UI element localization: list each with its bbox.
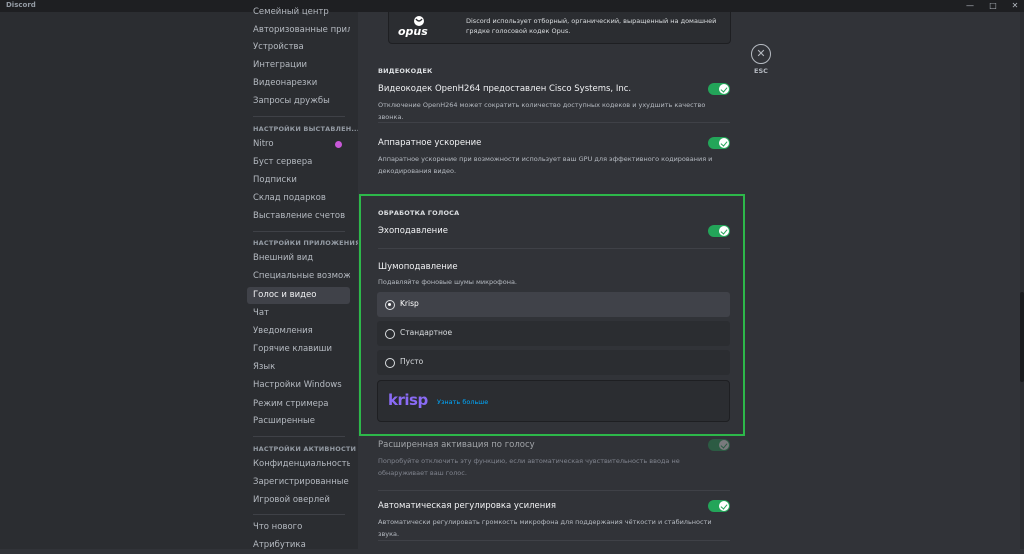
sidebar-item-server-boost[interactable]: Буст сервера	[247, 154, 350, 171]
settings-content: opus Discord использует отборный, органи…	[358, 12, 1024, 549]
section-divider	[378, 490, 730, 491]
sidebar-item-integrations[interactable]: Интеграции	[247, 57, 350, 74]
video-codec-header: ВИДЕОКОДЕК	[378, 67, 433, 75]
sidebar-item-nitro[interactable]: Nitro	[247, 136, 350, 153]
sidebar-item-authorized-apps[interactable]: Авторизованные прил...	[247, 22, 350, 39]
advanced-vad-description: Попробуйте отключить эту функцию, если а…	[378, 457, 680, 477]
sidebar-item-chat[interactable]: Чат	[247, 305, 350, 322]
sidebar-header-app-settings: НАСТРОЙКИ ПРИЛОЖЕНИЯ	[253, 239, 361, 247]
section-divider	[378, 540, 730, 541]
sidebar-item-streamer-mode[interactable]: Режим стримера	[247, 396, 350, 413]
sidebar-divider	[253, 116, 345, 117]
sidebar-divider	[253, 231, 345, 232]
settings-sidebar: Семейный центр Авторизованные прил... Ус…	[0, 7, 361, 550]
hw-accel-description: Аппаратное ускорение при возможности исп…	[378, 155, 713, 175]
section-divider	[378, 122, 730, 123]
sidebar-item-language[interactable]: Язык	[247, 359, 350, 376]
sidebar-item-accessibility[interactable]: Специальные возмож...	[247, 268, 350, 285]
sidebar-item-whats-new[interactable]: Что нового	[247, 519, 350, 536]
sidebar-item-gift-inventory[interactable]: Склад подарков	[247, 190, 350, 207]
noise-option-standard[interactable]: Стандартное	[377, 321, 730, 346]
hw-accel-toggle[interactable]	[708, 137, 730, 149]
krisp-learn-more-link[interactable]: Узнать больше	[437, 398, 488, 406]
sidebar-item-registered-games[interactable]: Зарегистрированные ...	[247, 474, 350, 491]
agc-description: Автоматически регулировать громкость мик…	[378, 518, 712, 538]
close-window-button[interactable]: ✕	[1008, 0, 1022, 12]
scrollbar-thumb[interactable]	[1020, 292, 1024, 382]
opus-info-card: opus Discord использует отборный, органи…	[388, 12, 731, 44]
sidebar-item-windows-settings[interactable]: Настройки Windows	[247, 377, 350, 394]
openh264-toggle[interactable]	[708, 83, 730, 95]
sidebar-item-clips[interactable]: Видеонарезки	[247, 75, 350, 92]
sidebar-header-billing: НАСТРОЙКИ ВЫСТАВЛЕН...	[253, 125, 360, 133]
radio-empty-icon	[385, 358, 395, 368]
content-scrollbar[interactable]	[1020, 12, 1024, 549]
sidebar-item-billing[interactable]: Выставление счетов	[247, 208, 350, 225]
sidebar-item-subscriptions[interactable]: Подписки	[247, 172, 350, 189]
sidebar-item-appearance[interactable]: Внешний вид	[247, 250, 350, 267]
sidebar-item-devices[interactable]: Устройства	[247, 39, 350, 56]
echo-cancellation-title: Эхоподавление	[378, 226, 448, 236]
hw-accel-title: Аппаратное ускорение	[378, 138, 482, 148]
noise-option-krisp[interactable]: Krisp	[377, 292, 730, 317]
noise-suppression-description: Подавляйте фоновые шумы микрофона.	[378, 278, 517, 286]
sidebar-divider	[253, 436, 345, 437]
sidebar-divider	[253, 514, 345, 515]
advanced-vad-title: Расширенная активация по голосу	[378, 440, 535, 450]
sidebar-item-family-center[interactable]: Семейный центр	[247, 4, 350, 21]
voice-processing-header: ОБРАБОТКА ГОЛОСА	[378, 209, 460, 217]
openh264-description: Отключение OpenH264 может сократить коли…	[378, 101, 706, 121]
opus-logo-text: opus	[398, 25, 428, 38]
sidebar-header-activity: НАСТРОЙКИ АКТИВНОСТИ	[253, 445, 357, 453]
opus-description: Discord использует отборный, органически…	[466, 17, 717, 35]
radio-selected-icon	[385, 300, 395, 310]
close-icon: ✕	[756, 47, 766, 60]
sidebar-item-advanced[interactable]: Расширенные	[247, 413, 350, 430]
advanced-vad-toggle[interactable]	[708, 439, 730, 451]
nitro-icon	[335, 141, 342, 148]
title-bar: Discord — □ ✕	[0, 0, 1024, 12]
sidebar-item-voice-video[interactable]: Голос и видео	[247, 287, 350, 304]
krisp-logo: krisp	[388, 391, 428, 409]
radio-label: Стандартное	[400, 328, 453, 337]
noise-option-none[interactable]: Пусто	[377, 350, 730, 375]
close-settings-button[interactable]: ✕	[751, 44, 771, 64]
echo-cancellation-toggle[interactable]	[708, 225, 730, 237]
noise-suppression-title: Шумоподавление	[378, 262, 458, 272]
openh264-title: Видеокодек OpenH264 предоставлен Cisco S…	[378, 84, 632, 94]
maximize-button[interactable]: □	[986, 0, 1000, 12]
radio-label: Пусто	[400, 357, 424, 366]
esc-label: ESC	[754, 67, 768, 75]
section-divider	[378, 248, 730, 249]
app-title: Discord	[6, 1, 36, 9]
minimize-button[interactable]: —	[963, 0, 977, 12]
sidebar-item-label: Nitro	[253, 139, 274, 149]
sidebar-item-friend-requests[interactable]: Запросы дружбы	[247, 93, 350, 110]
sidebar-item-activity-privacy[interactable]: Конфиденциальность ...	[247, 456, 350, 473]
radio-empty-icon	[385, 329, 395, 339]
radio-label: Krisp	[400, 299, 419, 308]
krisp-info-card: krisp Узнать больше	[377, 380, 730, 422]
sidebar-item-merch[interactable]: Атрибутика	[247, 537, 350, 554]
sidebar-item-keybinds[interactable]: Горячие клавиши	[247, 341, 350, 358]
sidebar-item-notifications[interactable]: Уведомления	[247, 323, 350, 340]
sidebar-item-game-overlay[interactable]: Игровой оверлей	[247, 492, 350, 509]
agc-title: Автоматическая регулировка усиления	[378, 501, 556, 511]
agc-toggle[interactable]	[708, 500, 730, 512]
